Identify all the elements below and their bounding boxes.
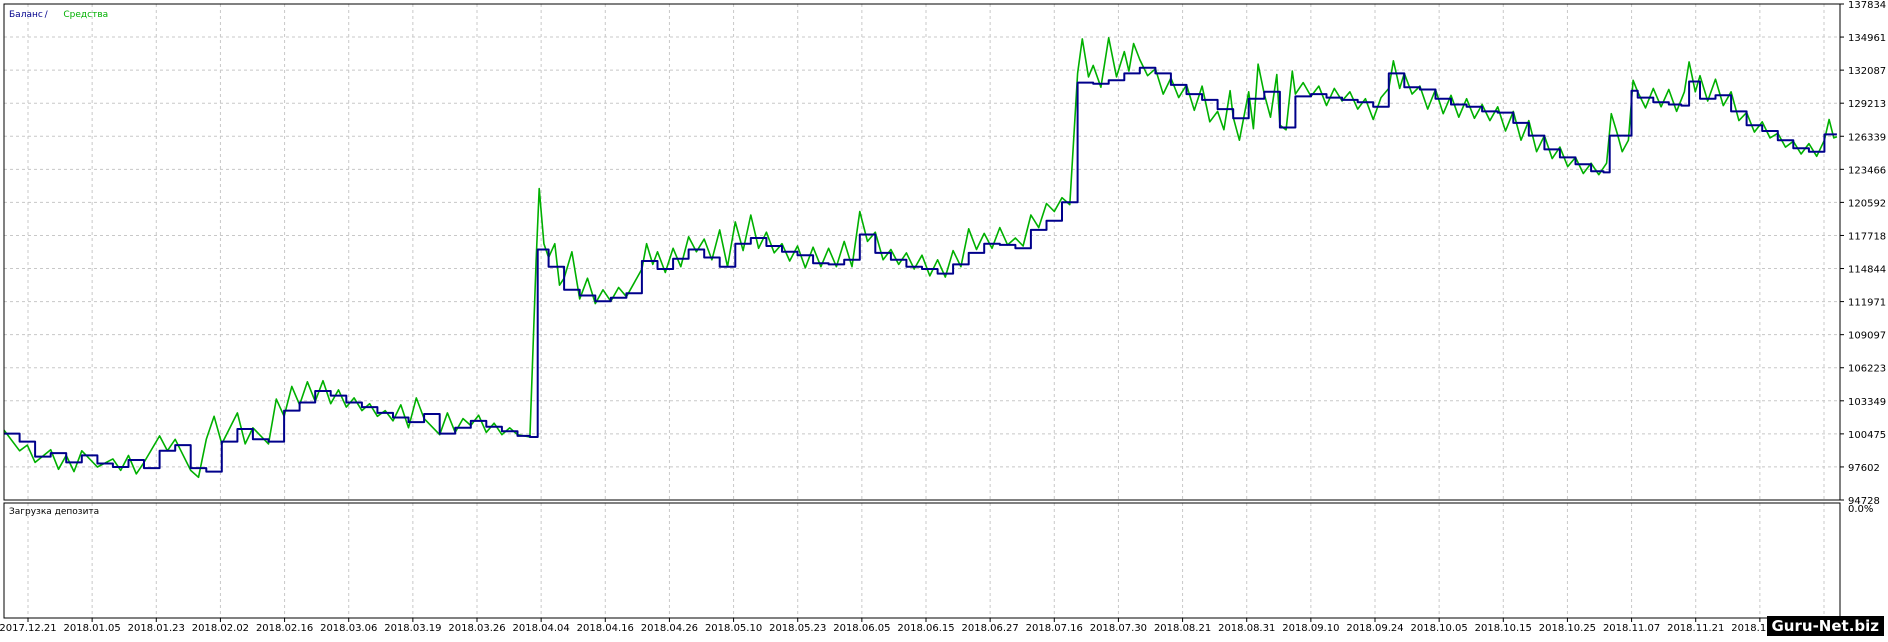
x-tick-label: 2018.06.05 bbox=[833, 623, 890, 634]
y-tick-label: 120592 bbox=[1848, 198, 1886, 209]
x-tick-label: 2018.04.16 bbox=[577, 623, 634, 634]
x-tick-label: 2018.03.19 bbox=[384, 623, 441, 634]
y-tick-label: 109097 bbox=[1848, 331, 1886, 342]
x-tick-label: 2018.11.21 bbox=[1667, 623, 1724, 634]
x-tick-label: 2018.01.05 bbox=[64, 623, 121, 634]
chart-background bbox=[0, 0, 1888, 638]
y-tick-label: 111971 bbox=[1848, 298, 1886, 309]
y-tick-label: 97602 bbox=[1848, 463, 1880, 474]
legend-item: Баланс bbox=[9, 10, 43, 20]
deposit-y-label: 0.0% bbox=[1848, 504, 1873, 515]
chart-svg: 137834 134961 132087 129213 126339 123466 1205… bbox=[0, 0, 1888, 638]
x-tick-label: 2018.10.25 bbox=[1539, 623, 1596, 634]
x-tick-label: 2018.09.10 bbox=[1282, 623, 1339, 634]
y-tick-label: 100475 bbox=[1848, 430, 1886, 441]
y-tick-label: 106223 bbox=[1848, 364, 1886, 375]
y-tick-label: 117718 bbox=[1848, 231, 1886, 242]
x-tick-label: 2018.06.15 bbox=[897, 623, 954, 634]
y-tick-label: 132087 bbox=[1848, 66, 1886, 77]
x-tick-label: 2018.04.26 bbox=[641, 623, 698, 634]
x-tick-label: 2018.05.10 bbox=[705, 623, 762, 634]
deposit-title: Загрузка депозита bbox=[9, 507, 99, 517]
x-tick-label: 2018.03.06 bbox=[320, 623, 377, 634]
y-tick-label: 103349 bbox=[1848, 397, 1886, 408]
x-tick-label: 2018.08.21 bbox=[1154, 623, 1211, 634]
x-tick-label: 2018.07.16 bbox=[1026, 623, 1083, 634]
watermark-logo: Guru-Net.biz bbox=[1766, 616, 1884, 636]
x-tick-label: 2018.08.31 bbox=[1218, 623, 1275, 634]
legend-item: Средства bbox=[63, 10, 108, 20]
x-tick-label: 2018.04.04 bbox=[513, 623, 570, 634]
x-tick-label: 2018.10.05 bbox=[1411, 623, 1468, 634]
chart-root: 137834 134961 132087 129213 126339 123466 1205… bbox=[0, 0, 1888, 638]
x-tick-label: 2018.02.02 bbox=[192, 623, 249, 634]
x-tick-label: 2018.05.23 bbox=[769, 623, 826, 634]
x-tick-label: 2018.02.16 bbox=[256, 623, 313, 634]
x-tick-label: 2018.09.24 bbox=[1346, 623, 1403, 634]
y-tick-label: 123466 bbox=[1848, 165, 1886, 176]
y-tick-label: 134961 bbox=[1848, 33, 1886, 44]
x-tick-label: 2018.11.07 bbox=[1603, 623, 1660, 634]
y-tick-label: 126339 bbox=[1848, 132, 1886, 143]
x-tick-label: 2018.03.26 bbox=[448, 623, 505, 634]
y-tick-label: 114844 bbox=[1848, 265, 1886, 276]
x-tick-label: 2018.06.27 bbox=[962, 623, 1019, 634]
y-tick-label: 129213 bbox=[1848, 99, 1886, 110]
x-tick-label: 2018.10.15 bbox=[1475, 623, 1532, 634]
x-tick-label: 2017.12.21 bbox=[0, 623, 57, 634]
x-tick-label: 2018.01.23 bbox=[128, 623, 185, 634]
y-tick-label: 137834 bbox=[1848, 0, 1886, 11]
x-tick-label: 2018.07.30 bbox=[1090, 623, 1147, 634]
